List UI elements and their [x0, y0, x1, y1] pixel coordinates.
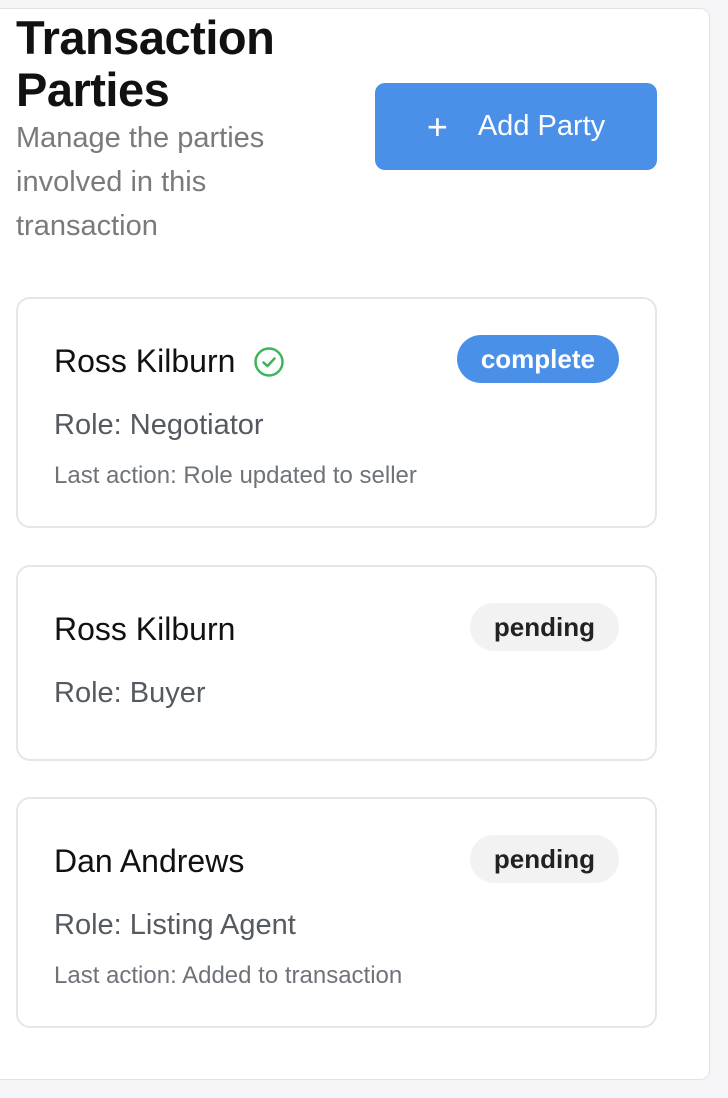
status-badge: pending [469, 835, 619, 883]
verified-check-icon [254, 346, 285, 377]
party-name: Ross Kilburn [54, 611, 236, 647]
add-party-label: Add Party [477, 110, 606, 142]
party-last-action: Last action: Added to transaction [54, 962, 403, 989]
page-subtitle: Manage the parties involved in this tran… [16, 122, 265, 242]
page-title: Transaction Parties [16, 11, 275, 116]
party-role: Role: Buyer [54, 677, 206, 709]
plus-icon: + [426, 105, 448, 147]
party-name-row: Dan Andrews [54, 843, 244, 880]
party-name-row: Ross Kilburn [54, 611, 235, 648]
party-name: Ross Kilburn [54, 343, 236, 379]
party-name: Dan Andrews [54, 843, 245, 879]
add-party-button[interactable]: + Add Party [375, 83, 657, 170]
party-role: Role: Listing Agent [54, 909, 296, 941]
party-last-action: Last action: Role updated to seller [54, 462, 417, 489]
status-badge: complete [456, 335, 619, 383]
party-name-row: Ross Kilburn [54, 343, 285, 380]
party-card[interactable]: Dan Andrews pending Role: Listing Agent … [16, 797, 657, 1028]
status-badge: pending [469, 603, 619, 651]
party-card[interactable]: Ross Kilburn complete Role: Negotiator L… [16, 297, 657, 528]
party-card[interactable]: Ross Kilburn pending Role: Buyer [16, 565, 657, 761]
party-role: Role: Negotiator [54, 409, 264, 441]
